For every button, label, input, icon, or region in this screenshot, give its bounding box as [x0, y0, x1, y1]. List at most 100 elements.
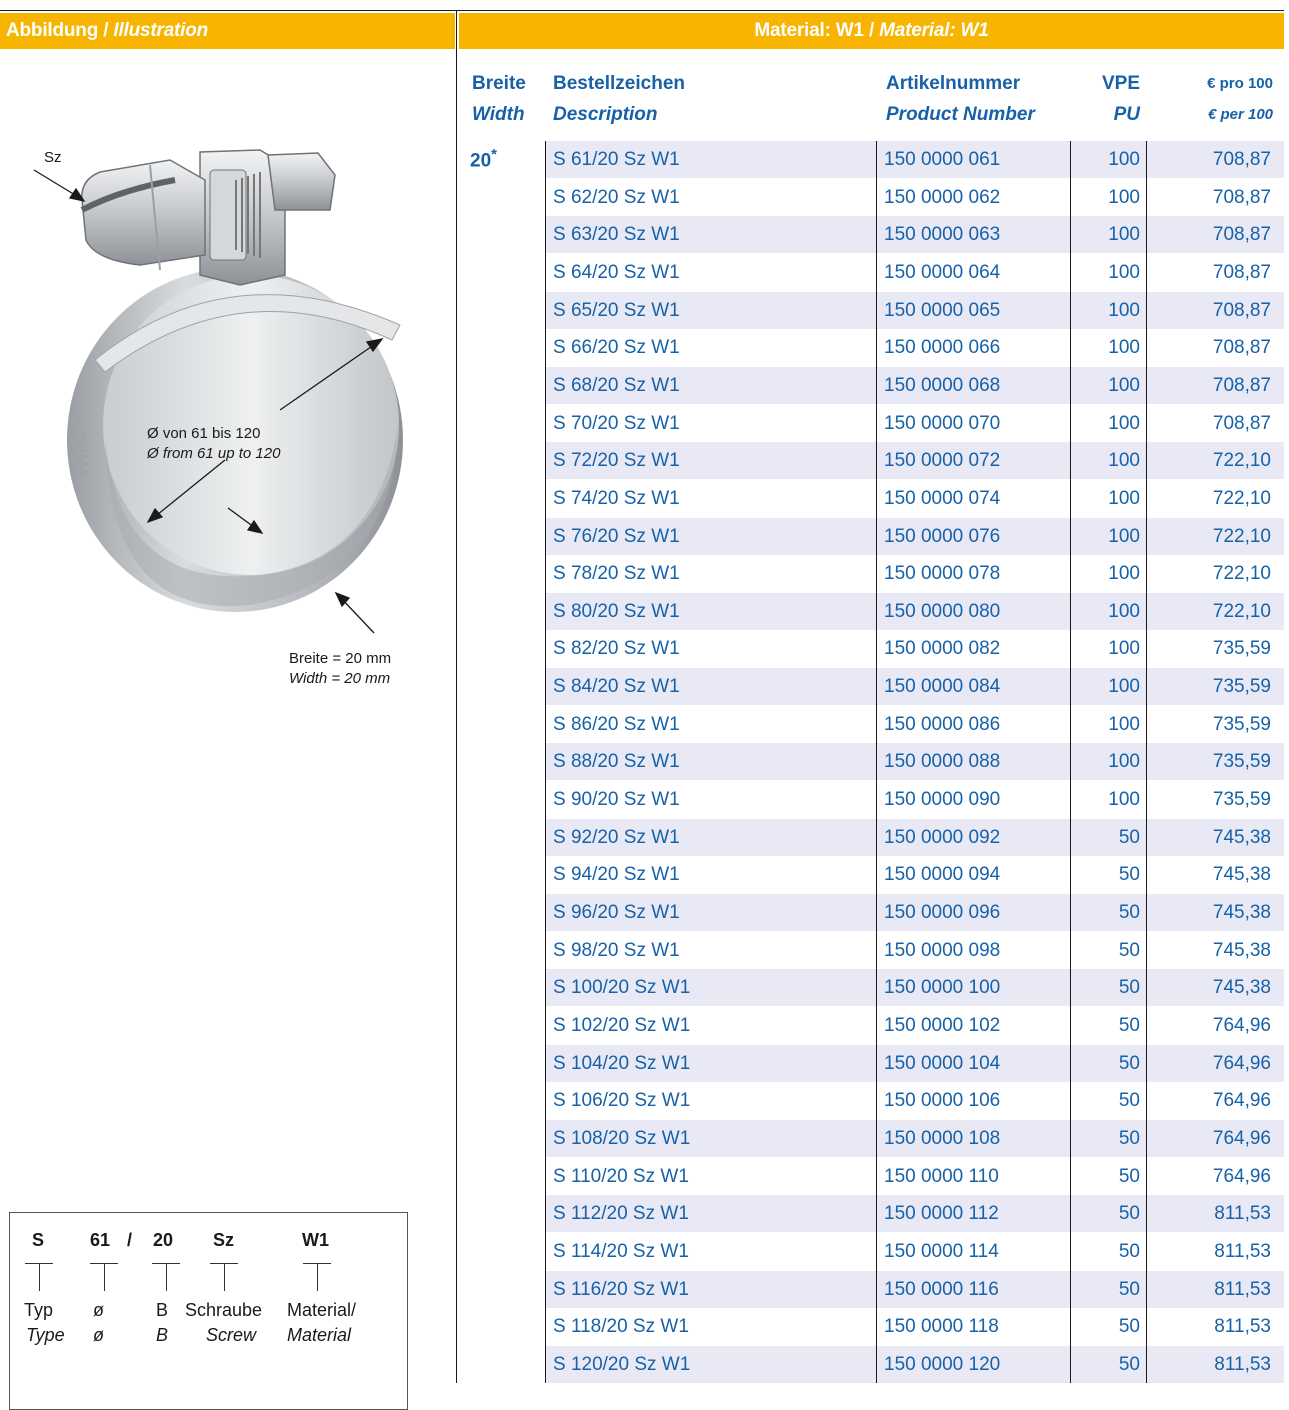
order-code-legend: S 61 / 20 Sz W1 Typ ø B Schraube Materia… — [9, 1212, 408, 1410]
cell-pu: 100 — [1108, 149, 1140, 170]
cell-description: S 108/20 Sz W1 — [553, 1127, 691, 1149]
cell-description: S 72/20 Sz W1 — [553, 450, 680, 472]
table-row: S 65/20 Sz W1 150 0000 065 100 708,87 — [545, 291, 1284, 329]
cell-price: 708,87 — [1212, 186, 1271, 208]
table-row: S 68/20 Sz W1 150 0000 068 100 708,87 — [545, 366, 1284, 404]
table-row: S 90/20 Sz W1 150 0000 090 100 735,59 — [545, 781, 1284, 818]
table-divider — [545, 141, 546, 1383]
cell-product-number: 150 0000 098 — [884, 939, 1001, 961]
cell-description: S 98/20 Sz W1 — [553, 939, 680, 961]
legend-tick — [317, 1263, 318, 1291]
cell-price: 735,59 — [1212, 713, 1271, 735]
cell-price: 735,59 — [1212, 789, 1271, 811]
cell-price: 722,10 — [1212, 487, 1271, 509]
table-row: S 61/20 Sz W1 150 0000 061 100 708,87 — [545, 141, 1284, 178]
table-row: S 106/20 Sz W1 150 0000 106 50 764,96 — [545, 1082, 1284, 1119]
legend-label-width-en: B — [156, 1325, 169, 1345]
table-row: S 110/20 Sz W1 150 0000 110 50 764,96 — [545, 1158, 1284, 1195]
cell-description: S 110/20 Sz W1 — [553, 1165, 689, 1187]
table-row: S 78/20 Sz W1 150 0000 078 100 722,10 — [545, 555, 1284, 592]
cell-pu: 100 — [1108, 525, 1140, 547]
cell-pu: 100 — [1108, 337, 1140, 359]
cell-price: 722,10 — [1212, 563, 1271, 585]
cell-description: S 66/20 Sz W1 — [553, 337, 680, 359]
cell-description: S 120/20 Sz W1 — [553, 1353, 691, 1375]
cell-price: 735,59 — [1212, 751, 1271, 773]
cell-price: 722,10 — [1212, 450, 1271, 472]
table-row: S 120/20 Sz W1 150 0000 120 50 811,53 — [545, 1345, 1284, 1383]
clamp-illustration: NORMA Sz Ø von 61 bis 120 Ø from 61 up t… — [0, 60, 455, 760]
cell-price: 764,96 — [1212, 1052, 1271, 1074]
cell-pu: 50 — [1118, 864, 1140, 886]
cell-product-number: 150 0000 100 — [884, 977, 1001, 999]
legend-tick — [104, 1263, 105, 1291]
col-header-width: Breite Width — [472, 68, 526, 130]
cell-description: S 62/20 Sz W1 — [553, 186, 680, 208]
cell-description: S 90/20 Sz W1 — [553, 789, 680, 811]
legend-tick — [224, 1263, 225, 1291]
width-value-number: 20 — [470, 150, 492, 172]
cell-description: S 64/20 Sz W1 — [553, 261, 680, 283]
label-width-en: Width = 20 mm — [289, 670, 391, 687]
table-row: S 114/20 Sz W1 150 0000 114 50 811,53 — [545, 1233, 1284, 1270]
cell-price: 811,53 — [1214, 1240, 1271, 1262]
cell-product-number: 150 0000 094 — [884, 864, 1001, 886]
cell-pu: 50 — [1118, 977, 1140, 999]
cell-description: S 102/20 Sz W1 — [553, 1014, 691, 1036]
label-diameter-en: Ø from 61 up to 120 — [147, 445, 281, 462]
legend-label-screw-en: Screw — [206, 1325, 257, 1345]
col-header-product-number-en: Product Number — [886, 104, 1035, 125]
cell-description: S 100/20 Sz W1 — [553, 977, 691, 999]
code-width: 20 — [153, 1230, 174, 1250]
cell-description: S 63/20 Sz W1 — [553, 224, 680, 246]
legend-tick — [39, 1263, 40, 1291]
col-header-description: Bestellzeichen Description — [553, 68, 685, 130]
cell-product-number: 150 0000 090 — [884, 789, 1001, 811]
table-divider — [876, 141, 877, 1383]
col-header-price-de: € pro 100 — [1207, 75, 1273, 92]
table-row: S 100/20 Sz W1 150 0000 100 50 745,38 — [545, 969, 1284, 1007]
cell-pu: 50 — [1118, 1203, 1140, 1225]
cell-pu: 100 — [1108, 638, 1140, 660]
table-row: S 74/20 Sz W1 150 0000 074 100 722,10 — [545, 480, 1284, 517]
width-value: 20* — [470, 146, 497, 172]
table-row: S 96/20 Sz W1 150 0000 096 50 745,38 — [545, 894, 1284, 931]
cell-product-number: 150 0000 063 — [884, 224, 1001, 246]
cell-product-number: 150 0000 108 — [884, 1127, 1001, 1149]
cell-description: S 92/20 Sz W1 — [553, 826, 680, 848]
cell-pu: 50 — [1118, 1165, 1140, 1187]
code-slash: / — [127, 1230, 133, 1250]
header-illustration: Abbildung / Illustration — [0, 13, 455, 49]
legend-label-diameter-en: ø — [93, 1325, 104, 1345]
table-row: S 63/20 Sz W1 150 0000 063 100 708,87 — [545, 216, 1284, 254]
cell-description: S 65/20 Sz W1 — [553, 299, 680, 321]
cell-pu: 100 — [1108, 676, 1140, 698]
col-header-price: € pro 100 € per 100 — [1160, 68, 1273, 130]
col-header-pu: VPE PU — [1090, 68, 1140, 130]
cell-price: 708,87 — [1212, 337, 1271, 359]
cell-product-number: 150 0000 082 — [884, 638, 1001, 660]
cell-pu: 100 — [1108, 186, 1140, 208]
cell-pu: 100 — [1108, 374, 1140, 396]
cell-product-number: 150 0000 120 — [884, 1353, 1001, 1375]
cell-description: S 84/20 Sz W1 — [553, 676, 680, 698]
cell-product-number: 150 0000 116 — [884, 1278, 999, 1300]
table-row: S 84/20 Sz W1 150 0000 084 100 735,59 — [545, 668, 1284, 706]
cell-price: 708,87 — [1212, 261, 1271, 283]
cell-product-number: 150 0000 078 — [884, 563, 1001, 585]
cell-product-number: 150 0000 088 — [884, 751, 1001, 773]
cell-product-number: 150 0000 114 — [884, 1240, 999, 1262]
cell-description: S 94/20 Sz W1 — [553, 864, 680, 886]
cell-pu: 100 — [1108, 713, 1140, 735]
cell-pu: 50 — [1118, 1316, 1140, 1338]
legend-label-width-de: B — [156, 1300, 169, 1320]
cell-description: S 68/20 Sz W1 — [553, 374, 680, 396]
col-header-pu-de: VPE — [1101, 73, 1140, 94]
col-header-description-en: Description — [553, 104, 658, 125]
cell-pu: 50 — [1118, 1090, 1140, 1112]
table-row: S 70/20 Sz W1 150 0000 070 100 708,87 — [545, 405, 1284, 442]
cell-pu: 100 — [1108, 600, 1140, 622]
cell-price: 735,59 — [1212, 676, 1271, 698]
cell-price: 745,38 — [1212, 939, 1271, 961]
cell-pu: 50 — [1118, 1014, 1140, 1036]
